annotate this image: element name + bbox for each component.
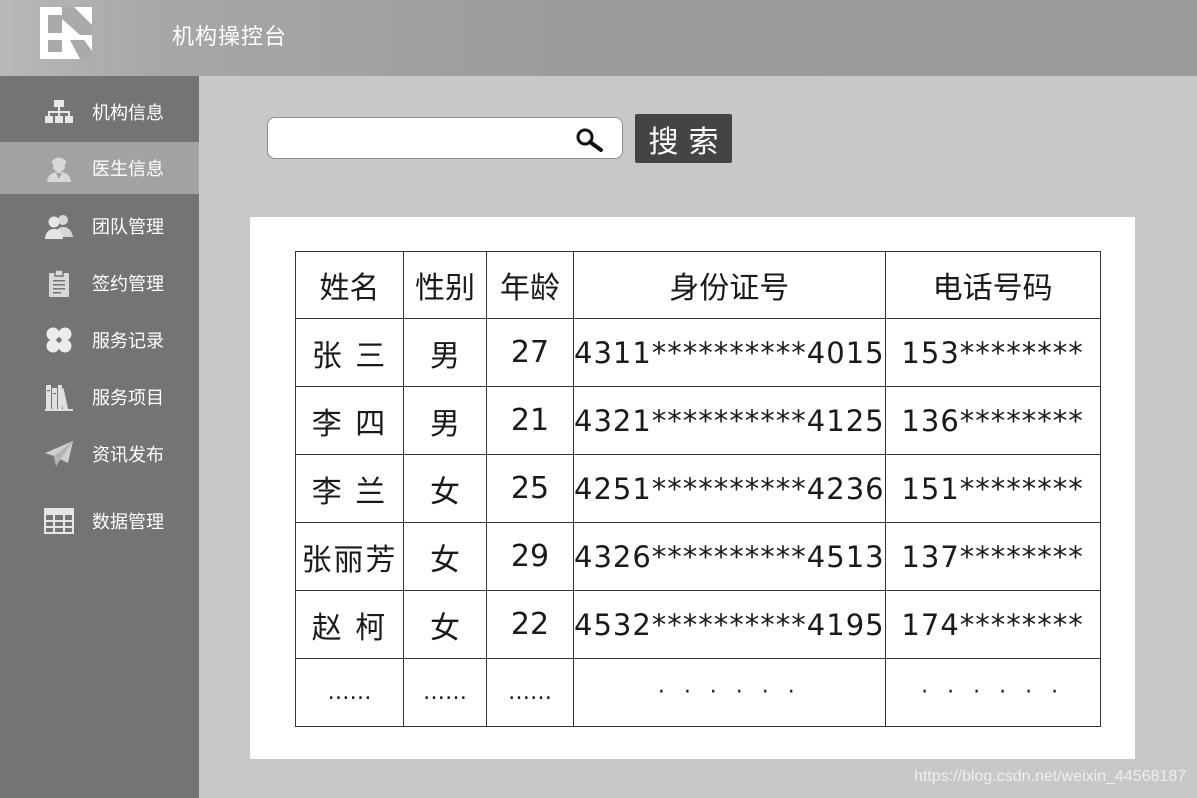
table-row[interactable]: 张丽芳 女 29 4326**********4513 137******** bbox=[295, 522, 1101, 591]
sidebar-item-label: 机构信息 bbox=[92, 103, 164, 124]
doctor-icon bbox=[44, 153, 74, 183]
sidebar-item-label: 数据管理 bbox=[92, 512, 164, 533]
cell-id-number: 4251**********4236 bbox=[573, 454, 886, 523]
sidebar-item-news[interactable]: 资讯发布 bbox=[0, 428, 199, 480]
search-box bbox=[267, 117, 623, 159]
cell-phone: 137******** bbox=[884, 522, 1101, 591]
cell-name: 李 四 bbox=[295, 386, 404, 455]
sidebar-item-label: 服务项目 bbox=[92, 388, 164, 409]
column-header-id-number: 身份证号 bbox=[573, 251, 886, 319]
cell-phone: 153******** bbox=[884, 318, 1101, 387]
column-header-name: 姓名 bbox=[295, 251, 404, 319]
cell-name: 赵 柯 bbox=[295, 590, 404, 659]
sidebar-item-team[interactable]: 团队管理 bbox=[0, 200, 199, 252]
cell-age: 25 bbox=[486, 454, 574, 523]
cell-id-number: 4311**********4015 bbox=[573, 318, 886, 387]
sidebar-item-doctor-info[interactable]: 医生信息 bbox=[0, 142, 199, 194]
watermark: https://blog.csdn.net/weixin_44568187 bbox=[914, 768, 1187, 785]
table-header-row: 姓名 性别 年龄 身份证号 电话号码 bbox=[295, 251, 1101, 319]
sidebar-item-org-info[interactable]: 机构信息 bbox=[0, 86, 199, 138]
app-title: 机构操控台 bbox=[172, 25, 288, 50]
cell-age: 22 bbox=[486, 590, 574, 659]
cell-ellipsis: · · · · · · bbox=[573, 658, 886, 727]
column-header-age: 年龄 bbox=[486, 251, 574, 319]
team-icon bbox=[44, 211, 74, 241]
sidebar-item-service-record[interactable]: 服务记录 bbox=[0, 314, 199, 366]
search-button[interactable]: 搜索 bbox=[635, 114, 732, 163]
cell-phone: 136******** bbox=[884, 386, 1101, 455]
cell-name: 李 兰 bbox=[295, 454, 404, 523]
logo-icon bbox=[40, 7, 92, 59]
cell-name: 张 三 bbox=[295, 318, 404, 387]
sidebar: 机构信息 医生信息 团队管理 签约管理 服务记录 服务项目 资讯发布 数据管理 bbox=[0, 76, 199, 798]
cell-id-number: 4321**********4125 bbox=[573, 386, 886, 455]
cell-ellipsis: …… bbox=[486, 658, 574, 727]
table-row-ellipsis: …… …… …… · · · · · · · · · · · · bbox=[295, 658, 1101, 727]
books-icon bbox=[44, 382, 74, 412]
sidebar-item-label: 服务记录 bbox=[92, 331, 164, 352]
cell-name: 张丽芳 bbox=[295, 522, 404, 591]
column-header-phone: 电话号码 bbox=[884, 251, 1101, 319]
header: 机构操控台 bbox=[0, 0, 1197, 76]
sidebar-item-service-project[interactable]: 服务项目 bbox=[0, 371, 199, 423]
paper-plane-icon bbox=[44, 439, 74, 469]
table-row[interactable]: 李 四 男 21 4321**********4125 136******** bbox=[295, 386, 1101, 455]
cell-phone: 174******** bbox=[884, 590, 1101, 659]
cell-id-number: 4326**********4513 bbox=[573, 522, 886, 591]
table-row[interactable]: 李 兰 女 25 4251**********4236 151******** bbox=[295, 454, 1101, 523]
sidebar-item-data[interactable]: 数据管理 bbox=[0, 495, 199, 547]
cell-ellipsis: …… bbox=[403, 658, 487, 727]
sidebar-item-label: 签约管理 bbox=[92, 274, 164, 295]
cell-gender: 女 bbox=[403, 590, 487, 659]
doctor-table: 姓名 性别 年龄 身份证号 电话号码 张 三 男 27 4311********… bbox=[295, 251, 1101, 727]
cell-gender: 女 bbox=[403, 454, 487, 523]
cell-gender: 男 bbox=[403, 318, 487, 387]
sidebar-item-contract[interactable]: 签约管理 bbox=[0, 257, 199, 309]
clipboard-icon bbox=[44, 268, 74, 298]
column-header-gender: 性别 bbox=[403, 251, 487, 319]
org-chart-icon bbox=[44, 97, 74, 127]
sidebar-item-label: 团队管理 bbox=[92, 217, 164, 238]
cell-phone: 151******** bbox=[884, 454, 1101, 523]
sidebar-item-label: 医生信息 bbox=[92, 159, 164, 180]
cell-gender: 女 bbox=[403, 522, 487, 591]
cell-id-number: 4532**********4195 bbox=[573, 590, 886, 659]
table-row[interactable]: 赵 柯 女 22 4532**********4195 174******** bbox=[295, 590, 1101, 659]
cell-age: 29 bbox=[486, 522, 574, 591]
table-row[interactable]: 张 三 男 27 4311**********4015 153******** bbox=[295, 318, 1101, 387]
cell-ellipsis: · · · · · · bbox=[884, 658, 1101, 727]
search-input[interactable] bbox=[278, 124, 568, 152]
clover-icon bbox=[44, 325, 74, 355]
grid-table-icon bbox=[44, 506, 74, 536]
sidebar-item-label: 资讯发布 bbox=[92, 445, 164, 466]
cell-gender: 男 bbox=[403, 386, 487, 455]
search-icon[interactable] bbox=[574, 126, 606, 154]
cell-age: 21 bbox=[486, 386, 574, 455]
doctor-table-panel: 姓名 性别 年龄 身份证号 电话号码 张 三 男 27 4311********… bbox=[250, 217, 1135, 759]
cell-ellipsis: …… bbox=[295, 658, 404, 727]
cell-age: 27 bbox=[486, 318, 574, 387]
